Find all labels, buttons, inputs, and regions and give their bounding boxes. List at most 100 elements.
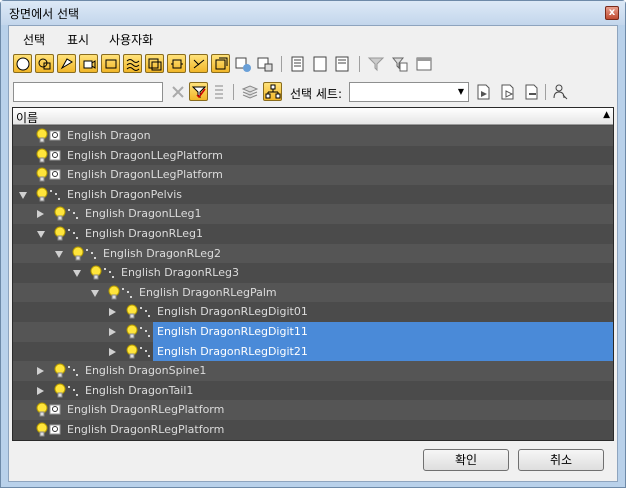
- visibility-bulb-icon[interactable]: [53, 363, 67, 379]
- tree-row-label: English DragonRLegPlatform: [67, 423, 225, 436]
- filter-funnel-icon[interactable]: [367, 55, 385, 73]
- object-icon: [49, 130, 61, 141]
- visibility-bulb-icon[interactable]: [125, 324, 139, 340]
- tree-row-label: English DragonLLegPlatform: [67, 168, 223, 182]
- menu-display[interactable]: 표시: [67, 31, 89, 48]
- tree-row[interactable]: English DragonRLegDigit21: [13, 341, 613, 362]
- tree-row[interactable]: English Dragon: [13, 126, 613, 146]
- find-case-sensitive-icon[interactable]: [211, 83, 229, 101]
- spacewarps-filter-icon[interactable]: [123, 54, 142, 73]
- tree-row[interactable]: English DragonRLeg2: [13, 243, 613, 264]
- visibility-bulb-icon[interactable]: [35, 187, 49, 203]
- visibility-bulb-icon[interactable]: [35, 148, 49, 164]
- visibility-bulb-icon[interactable]: [35, 402, 49, 418]
- expand-arrow-icon[interactable]: [37, 386, 44, 395]
- bones-filter-icon[interactable]: [189, 54, 208, 73]
- chevron-down-icon[interactable]: ▼: [454, 83, 468, 101]
- ok-button[interactable]: 확인: [423, 449, 509, 471]
- expand-arrow-icon[interactable]: [109, 328, 116, 336]
- tree-row[interactable]: English DragonLLeg1: [13, 204, 613, 224]
- lights-filter-icon[interactable]: [57, 54, 76, 73]
- search-toolbar: 선택 세트: ▼: [9, 79, 617, 105]
- hidden-filter-icon[interactable]: [256, 55, 274, 73]
- window-title: 장면에서 선택: [9, 7, 80, 21]
- collapse-arrow-icon[interactable]: [37, 231, 45, 238]
- visibility-bulb-icon[interactable]: [107, 285, 121, 301]
- tree-row[interactable]: English DragonRLeg3: [13, 263, 613, 283]
- cameras-filter-icon[interactable]: [79, 54, 98, 73]
- collapse-arrow-icon[interactable]: [19, 191, 27, 199]
- expand-arrow-icon[interactable]: [37, 210, 44, 219]
- tree-row[interactable]: English DragonRLegDigit11: [13, 322, 613, 342]
- cancel-button[interactable]: 취소: [518, 449, 604, 471]
- tree-row[interactable]: English DragonRLegPalm: [13, 282, 613, 303]
- visibility-bulb-icon[interactable]: [71, 246, 85, 262]
- collapse-arrow-icon[interactable]: [55, 250, 63, 258]
- name-column-label: 이름: [16, 111, 39, 125]
- name-column-header[interactable]: 이름 ▲: [13, 108, 613, 125]
- menu-customize[interactable]: 사용자화: [109, 31, 153, 48]
- tree-row-label: English DragonRLegDigit01: [157, 305, 308, 319]
- display-list-icon[interactable]: [289, 55, 307, 73]
- create-selection-set-icon[interactable]: [475, 83, 493, 101]
- collapse-arrow-icon[interactable]: [73, 270, 81, 278]
- visibility-bulb-icon[interactable]: [53, 383, 67, 399]
- tree-row[interactable]: English DragonRLeg1: [13, 224, 613, 244]
- visibility-bulb-icon[interactable]: [125, 304, 139, 320]
- tree-row[interactable]: English DragonRLegDigit01: [13, 302, 613, 322]
- expand-arrow-icon[interactable]: [37, 367, 44, 376]
- toolbar-separator: [359, 56, 360, 72]
- close-button[interactable]: x: [605, 6, 619, 20]
- tree-row[interactable]: English DragonRLegPlatform: [13, 420, 613, 440]
- clear-search-icon[interactable]: [169, 83, 187, 101]
- tree-row[interactable]: English DragonTail1: [13, 380, 613, 401]
- visibility-bulb-icon[interactable]: [35, 422, 49, 438]
- groups-filter-icon[interactable]: [145, 54, 164, 73]
- hierarchy-icon[interactable]: [263, 82, 282, 101]
- visibility-bulb-icon[interactable]: [125, 344, 139, 360]
- display-invert-icon[interactable]: [333, 55, 351, 73]
- tree-row[interactable]: English DragonLLegPlatform: [13, 165, 613, 185]
- layers-icon[interactable]: [241, 83, 259, 101]
- selection-set-dropdown[interactable]: ▼: [349, 82, 469, 102]
- collapse-arrow-icon[interactable]: [91, 289, 99, 297]
- menu-select[interactable]: 선택: [23, 31, 45, 48]
- sync-selection-icon[interactable]: [415, 55, 433, 73]
- visibility-bulb-icon[interactable]: [53, 206, 67, 222]
- select-dependents-icon[interactable]: [189, 82, 208, 101]
- visibility-bulb-icon[interactable]: [35, 128, 49, 144]
- xrefs-filter-icon[interactable]: [167, 54, 186, 73]
- visibility-bulb-icon[interactable]: [53, 226, 67, 242]
- menu-bar: 선택 표시 사용자화: [9, 26, 617, 50]
- tree-row[interactable]: English DragonRLegPlatform: [13, 400, 613, 420]
- shapes-filter-icon[interactable]: [35, 54, 54, 73]
- filter-options-icon[interactable]: [391, 55, 409, 73]
- visibility-bulb-icon[interactable]: [89, 265, 103, 281]
- display-none-icon[interactable]: [311, 55, 329, 73]
- helpers-filter-icon[interactable]: [101, 54, 120, 73]
- find-user-icon[interactable]: [551, 83, 569, 101]
- tree-row[interactable]: English DragonSpine1: [13, 361, 613, 381]
- tree-row-label: English DragonRLegDigit21: [153, 341, 613, 362]
- tree-row[interactable]: English DragonLLegPlatform: [13, 145, 613, 166]
- visibility-bulb-icon[interactable]: [35, 167, 49, 183]
- tree-row-label: English DragonRLeg3: [121, 266, 239, 280]
- scene-tree[interactable]: 이름 ▲ English Dragon English DragonLLegPla…: [12, 107, 614, 441]
- title-bar[interactable]: 장면에서 선택 x: [1, 1, 625, 25]
- frozen-filter-icon[interactable]: [234, 55, 252, 73]
- tree-row-label: English DragonRLegPalm: [139, 285, 277, 299]
- remove-from-selection-set-icon[interactable]: [523, 83, 541, 101]
- bone-icon: [50, 189, 60, 200]
- search-input[interactable]: [13, 82, 163, 102]
- tree-row-label: English Dragon: [67, 129, 151, 142]
- expand-arrow-icon[interactable]: [109, 347, 116, 356]
- bone-icon: [68, 229, 78, 239]
- bone-icon: [140, 346, 150, 357]
- expand-arrow-icon[interactable]: [109, 308, 116, 317]
- geometry-filter-icon[interactable]: [13, 54, 32, 73]
- add-to-selection-set-icon[interactable]: [499, 83, 517, 101]
- tree-row[interactable]: English DragonPelvis: [13, 184, 613, 205]
- toolbar-separator: [545, 84, 546, 100]
- tree-row-label: English DragonTail1: [85, 383, 194, 397]
- containers-filter-icon[interactable]: [211, 54, 230, 73]
